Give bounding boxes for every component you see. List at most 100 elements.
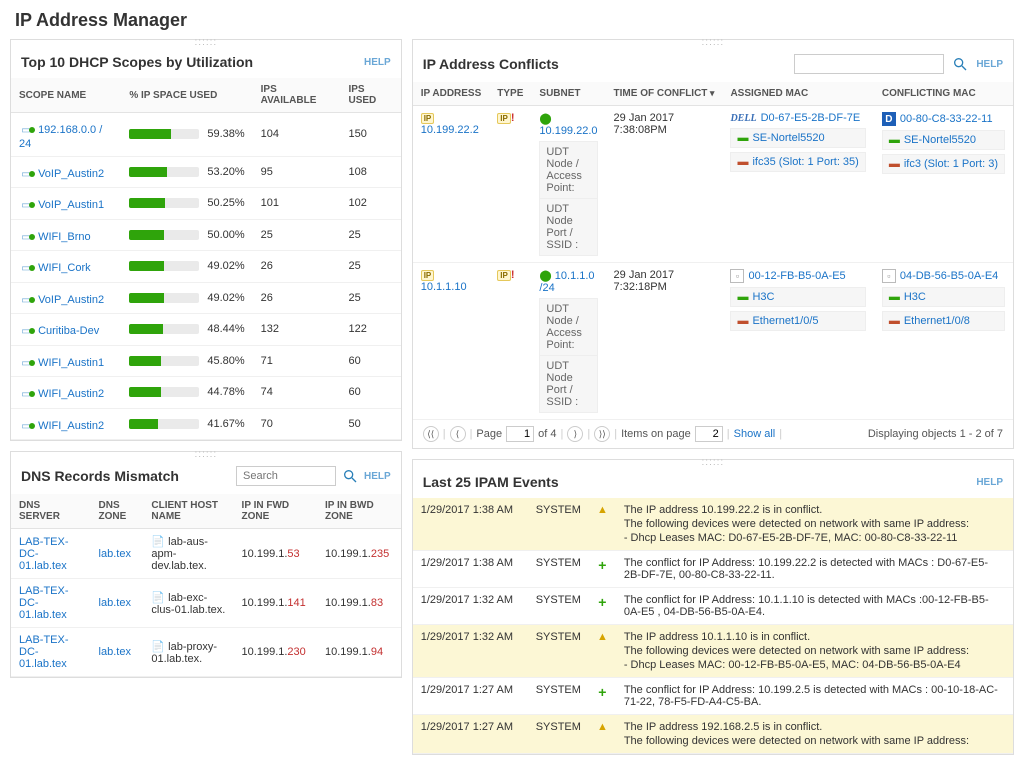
status-dot-icon xyxy=(33,262,35,274)
status-dot-icon xyxy=(33,168,35,180)
ips-used: 60 xyxy=(340,345,400,377)
document-icon: 📄 xyxy=(151,536,165,548)
scope-link[interactable]: WIFI_Austin1 xyxy=(38,357,104,369)
usage-pct: 53.20% xyxy=(207,166,244,178)
events-table: 1/29/2017 1:38 AM SYSTEM ▲ The IP addres… xyxy=(413,498,1013,754)
dns-zone-link[interactable]: lab.tex xyxy=(99,597,131,609)
drag-handle-icon[interactable]: :::::: xyxy=(11,452,401,460)
col-dns-zone[interactable]: DNS ZONE xyxy=(91,494,144,529)
subnet-icon: ⬤ xyxy=(539,113,551,125)
help-link[interactable]: HELP xyxy=(364,57,391,68)
udt-node-link[interactable]: H3C xyxy=(752,291,774,303)
plus-icon: + xyxy=(598,684,606,700)
col-fwd[interactable]: IP IN FWD ZONE xyxy=(234,494,317,529)
show-all-link[interactable]: Show all xyxy=(734,428,776,440)
ips-used: 102 xyxy=(340,188,400,220)
col-subnet[interactable]: SUBNET xyxy=(531,82,605,106)
col-time[interactable]: TIME OF CONFLICT xyxy=(606,82,723,106)
table-row: ▭ VoIP_Austin2 53.20% 95 108 xyxy=(11,156,401,188)
mac-link[interactable]: 00-80-C8-33-22-11 xyxy=(900,113,993,125)
subnet-link[interactable]: 10.199.22.0 xyxy=(539,125,597,137)
ip-icon: IP xyxy=(421,113,435,124)
udt-port-link[interactable]: ifc35 (Slot: 1 Port: 35) xyxy=(752,156,858,168)
table-row: IP 10.1.1.10 IP! ⬤ 10.1.1.0 /24 UDT Node… xyxy=(413,263,1013,420)
scope-link[interactable]: VoIP_Austin2 xyxy=(38,294,104,306)
status-dot-icon xyxy=(33,388,35,400)
drag-handle-icon[interactable]: :::::: xyxy=(11,40,401,48)
ip-link[interactable]: 10.1.1.10 xyxy=(421,281,467,293)
dns-server-link[interactable]: LAB-TEX-DC-01.lab.tex xyxy=(19,634,69,670)
udt-port-label: UDT Node Port / SSID : xyxy=(540,199,597,256)
conflict-time: 29 Jan 20177:32:18PM xyxy=(606,263,723,420)
scope-link[interactable]: WIFI_Austin2 xyxy=(38,388,104,400)
search-icon[interactable] xyxy=(952,56,968,72)
conflicts-search-input[interactable] xyxy=(794,54,944,74)
dns-search-input[interactable] xyxy=(236,466,336,486)
udt-node-link[interactable]: SE-Nortel5520 xyxy=(752,132,824,144)
table-row: 1/29/2017 1:38 AM SYSTEM + The conflict … xyxy=(413,551,1013,588)
status-dot-icon xyxy=(33,357,35,369)
help-link[interactable]: HELP xyxy=(364,471,391,482)
scope-link[interactable]: VoIP_Austin2 xyxy=(38,168,104,180)
panel-dns-mismatch: :::::: DNS Records Mismatch HELP DNS SER… xyxy=(10,451,402,678)
dns-zone-link[interactable]: lab.tex xyxy=(99,548,131,560)
scope-link[interactable]: WIFI_Austin2 xyxy=(38,420,104,432)
event-source: SYSTEM xyxy=(528,625,589,678)
search-icon[interactable] xyxy=(342,468,358,484)
mac-link[interactable]: 00-12-FB-B5-0A-E5 xyxy=(748,270,845,282)
next-page-button[interactable]: ⟩ xyxy=(567,426,583,442)
dns-server-link[interactable]: LAB-TEX-DC-01.lab.tex xyxy=(19,536,69,572)
col-conflicting[interactable]: CONFLICTING MAC xyxy=(874,82,1013,106)
page-title: IP Address Manager xyxy=(15,10,1009,31)
scope-link[interactable]: WIFI_Cork xyxy=(38,262,91,274)
help-link[interactable]: HELP xyxy=(976,477,1003,488)
col-host[interactable]: CLIENT HOST NAME xyxy=(143,494,233,529)
last-page-button[interactable]: ⟩⟩ xyxy=(594,426,610,442)
udt-node-link[interactable]: SE-Nortel5520 xyxy=(904,134,976,146)
col-ips-used[interactable]: IPS USED xyxy=(340,78,400,113)
scope-link[interactable]: Curitiba-Dev xyxy=(38,325,99,337)
page-input[interactable] xyxy=(506,426,534,442)
col-assigned[interactable]: ASSIGNED MAC xyxy=(722,82,873,106)
col-ips-avail[interactable]: IPS AVAILABLE xyxy=(253,78,341,113)
dns-server-link[interactable]: LAB-TEX-DC-01.lab.tex xyxy=(19,585,69,621)
table-row: ▭ WIFI_Austin2 44.78% 74 60 xyxy=(11,377,401,409)
scope-link[interactable]: VoIP_Austin1 xyxy=(38,199,104,211)
mac-link[interactable]: D0-67-E5-2B-DF-7E xyxy=(761,112,861,124)
page-label: Page xyxy=(476,428,502,440)
table-row: LAB-TEX-DC-01.lab.tex lab.tex 📄 lab-aus-… xyxy=(11,529,401,579)
table-row: IP 10.199.22.2 IP! ⬤ 10.199.22.0 UDT Nod… xyxy=(413,106,1013,263)
udt-ap-label: UDT Node / Access Point: xyxy=(540,299,597,356)
scope-link[interactable]: WIFI_Brno xyxy=(38,231,91,243)
drag-handle-icon[interactable]: :::::: xyxy=(413,460,1013,468)
first-page-button[interactable]: ⟨⟨ xyxy=(423,426,439,442)
col-ip[interactable]: IP ADDRESS xyxy=(413,82,490,106)
ips-available: 101 xyxy=(253,188,341,220)
udt-node-link[interactable]: H3C xyxy=(904,291,926,303)
items-input[interactable] xyxy=(695,426,723,442)
event-message: The IP address 192.168.2.5 is in conflic… xyxy=(616,715,1013,754)
col-scope-name[interactable]: SCOPE NAME xyxy=(11,78,121,113)
ip-bwd: 10.199.1.94 xyxy=(317,628,401,677)
udt-port-link[interactable]: ifc3 (Slot: 1 Port: 3) xyxy=(904,158,998,170)
ip-link[interactable]: 10.199.22.2 xyxy=(421,124,479,136)
col-bwd[interactable]: IP IN BWD ZONE xyxy=(317,494,401,529)
table-row: ▭ WIFI_Brno 50.00% 25 25 xyxy=(11,219,401,251)
udt-port-link[interactable]: Ethernet1/0/5 xyxy=(752,315,818,327)
col-space-used[interactable]: % IP SPACE USED xyxy=(121,78,252,113)
usage-bar xyxy=(129,324,199,334)
help-link[interactable]: HELP xyxy=(976,59,1003,70)
udt-port-link[interactable]: Ethernet1/0/8 xyxy=(904,315,970,327)
usage-bar xyxy=(129,129,199,139)
mac-link[interactable]: 04-DB-56-B5-0A-E4 xyxy=(900,270,998,282)
nic-icon: ▬ xyxy=(889,291,900,303)
col-type[interactable]: TYPE xyxy=(489,82,531,106)
usage-pct: 50.25% xyxy=(207,197,244,209)
drag-handle-icon[interactable]: :::::: xyxy=(413,40,1013,48)
ips-available: 71 xyxy=(253,345,341,377)
ips-used: 50 xyxy=(340,408,400,440)
prev-page-button[interactable]: ⟨ xyxy=(450,426,466,442)
col-dns-server[interactable]: DNS SERVER xyxy=(11,494,91,529)
ip-fwd: 10.199.1.230 xyxy=(234,628,317,677)
dns-zone-link[interactable]: lab.tex xyxy=(99,646,131,658)
